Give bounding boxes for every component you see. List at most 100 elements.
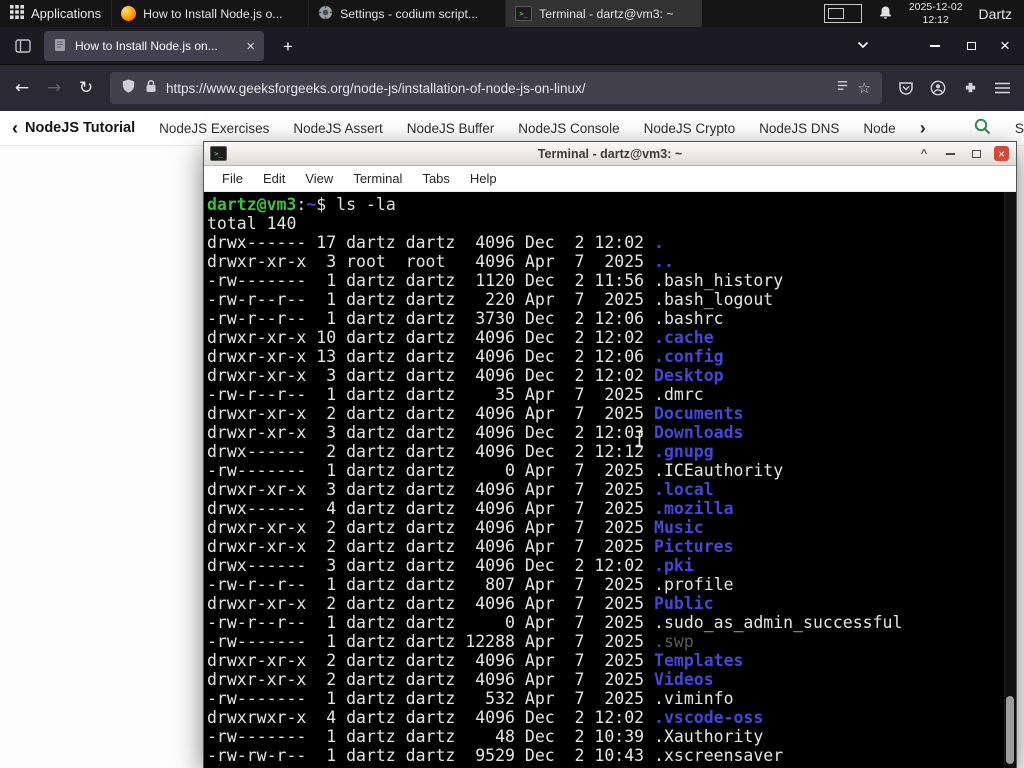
menu-view[interactable]: View — [295, 171, 343, 186]
terminal-output-line: drwxr-xr-x 2 dartz dartz 4096 Apr 7 2025… — [207, 537, 1002, 556]
terminal-output-line: -rw------- 1 dartz dartz 12288 Apr 7 202… — [207, 632, 1002, 651]
taskbar-item-browser[interactable]: How to Install Node.js o... — [111, 0, 308, 27]
window-maximize-button[interactable] — [958, 33, 984, 59]
menu-tabs[interactable]: Tabs — [412, 171, 459, 186]
minimize-icon — [930, 45, 940, 47]
panel-clock[interactable]: 2025-12-02 12:12 — [909, 1, 963, 26]
terminal-output-line: drwx------ 2 dartz dartz 4096 Dec 2 12:1… — [207, 442, 1002, 461]
terminal-prompt-line: dartz@vm3:~$ ls -la — [207, 195, 1002, 214]
taskbar-item-settings[interactable]: Settings - codium script... — [308, 0, 505, 27]
terminal-scrollbar[interactable] — [1004, 192, 1016, 768]
clock-time: 12:12 — [922, 13, 949, 26]
terminal-output-line: -rw------- 1 dartz dartz 48 Dec 2 10:39 … — [207, 727, 1002, 746]
browser-tab[interactable]: How to Install Node.js on... × — [44, 31, 264, 61]
file-name: .viminfo — [654, 689, 734, 708]
file-name: Documents — [654, 404, 744, 423]
applications-label: Applications — [31, 6, 102, 21]
panel-right-area: 2025-12-02 12:12 Dartz — [823, 1, 1024, 26]
file-name: Videos — [654, 670, 714, 689]
file-name: .pki — [654, 556, 694, 575]
prompt-user-host: dartz@vm3 — [207, 195, 297, 214]
file-name: .ICEauthority — [654, 461, 784, 480]
file-name: .bash_logout — [654, 290, 774, 309]
terminal-output[interactable]: dartz@vm3:~$ ls -la total 140 drwx------… — [204, 192, 1016, 768]
menu-hamburger-icon[interactable] — [986, 73, 1018, 103]
menu-help[interactable]: Help — [460, 171, 507, 186]
taskbar-item-terminal[interactable]: >_ Terminal - dartz@vm3: ~ — [505, 0, 703, 27]
minimize-icon — [945, 152, 955, 155]
close-button[interactable]: × — [994, 146, 1009, 161]
file-attributes: drwxr-xr-x 2 dartz dartz 4096 Apr 7 2025 — [207, 404, 655, 423]
file-name: .swp — [654, 632, 694, 651]
prompt-separator: : — [296, 195, 307, 214]
firefox-nav-toolbar: ← → ↻ https://www.geeksforgeeks.org/node… — [0, 65, 1024, 111]
terminal-output-line: -rw-rw-r-- 1 dartz dartz 9529 Dec 2 10:4… — [207, 746, 1002, 765]
file-attributes: drwxr-xr-x 2 dartz dartz 4096 Apr 7 2025 — [207, 537, 655, 556]
menu-file[interactable]: File — [212, 171, 253, 186]
terminal-window-icon: >_ — [210, 146, 227, 161]
url-text[interactable]: https://www.geeksforgeeks.org/node-js/in… — [166, 81, 827, 96]
terminal-output-line: drwxr-xr-x 3 dartz dartz 4096 Dec 2 12:0… — [207, 366, 1002, 385]
forward-icon[interactable]: → — [38, 73, 70, 103]
reader-mode-icon[interactable] — [836, 79, 849, 97]
chevron-right-icon[interactable]: › — [920, 119, 926, 137]
firefox-view-icon[interactable] — [12, 37, 34, 55]
notification-bell-icon[interactable] — [878, 5, 893, 23]
extensions-icon[interactable] — [954, 73, 986, 103]
panel-user-menu[interactable]: Dartz — [979, 6, 1012, 22]
site-nav-link[interactable]: NodeJS Buffer — [407, 121, 495, 136]
maximize-button[interactable] — [968, 146, 984, 162]
minimize-button[interactable] — [942, 146, 958, 162]
new-tab-button[interactable]: + — [276, 35, 300, 59]
file-name: .config — [654, 347, 724, 366]
terminal-output-line: -rw-r--r-- 1 dartz dartz 3730 Dec 2 12:0… — [207, 309, 1002, 328]
file-attributes: -rw-r--r-- 1 dartz dartz 35 Apr 7 2025 — [207, 385, 655, 404]
site-nav-link[interactable]: NodeJS Crypto — [644, 121, 736, 136]
bookmark-star-icon[interactable]: ☆ — [858, 80, 871, 96]
terminal-output-line: drwx------ 3 dartz dartz 4096 Dec 2 12:0… — [207, 556, 1002, 575]
site-search-icon[interactable] — [974, 118, 991, 138]
menu-edit[interactable]: Edit — [253, 171, 295, 186]
file-name: Music — [654, 518, 704, 537]
terminal-listing: drwx------ 17 dartz dartz 4096 Dec 2 12:… — [207, 233, 1002, 765]
file-name: .dmrc — [654, 385, 704, 404]
shade-button[interactable]: ^ — [916, 146, 932, 162]
menu-terminal[interactable]: Terminal — [343, 171, 412, 186]
tracking-shield-icon[interactable] — [121, 78, 136, 99]
applications-grid-icon — [10, 5, 24, 22]
back-icon[interactable]: ← — [6, 73, 38, 103]
list-all-tabs-icon[interactable] — [850, 41, 876, 49]
window-minimize-button[interactable] — [922, 33, 948, 59]
lock-icon[interactable] — [145, 79, 157, 98]
terminal-output-line: drwxr-xr-x 2 dartz dartz 4096 Apr 7 2025… — [207, 670, 1002, 689]
file-name: Downloads — [654, 423, 744, 442]
site-nav-link[interactable]: NodeJS Console — [518, 121, 619, 136]
file-attributes: -rw------- 1 dartz dartz 48 Dec 2 10:39 — [207, 727, 655, 746]
site-nav-link[interactable]: NodeJS Assert — [293, 121, 382, 136]
file-attributes: drwxr-xr-x 2 dartz dartz 4096 Apr 7 2025 — [207, 518, 655, 537]
url-bar[interactable]: https://www.geeksforgeeks.org/node-js/in… — [110, 72, 882, 104]
tab-close-icon[interactable]: × — [246, 39, 255, 54]
site-nav-link[interactable]: Node — [863, 121, 895, 136]
file-attributes: -rw------- 1 dartz dartz 532 Apr 7 2025 — [207, 689, 655, 708]
site-nav-active-item[interactable]: ‹ NodeJS Tutorial — [12, 119, 135, 137]
file-name: Templates — [654, 651, 744, 670]
prompt-sign: $ — [316, 195, 327, 214]
scrollbar-thumb[interactable] — [1006, 696, 1014, 764]
site-nav-link[interactable]: NodeJS DNS — [759, 121, 839, 136]
settings-icon — [318, 5, 333, 23]
pocket-icon[interactable] — [890, 73, 922, 103]
file-attributes: -rw-r--r-- 1 dartz dartz 0 Apr 7 2025 — [207, 613, 655, 632]
top-panel: Applications How to Install Node.js o...… — [0, 0, 1024, 27]
chevron-left-icon[interactable]: ‹ — [12, 119, 18, 137]
site-nav-link[interactable]: NodeJS Exercises — [159, 121, 269, 136]
terminal-title-bar[interactable]: >_ Terminal - dartz@vm3: ~ ^ × — [204, 142, 1016, 166]
workspace-switcher[interactable] — [823, 4, 862, 23]
applications-menu-button[interactable]: Applications — [0, 0, 111, 27]
taskbar-item-label: Terminal - dartz@vm3: ~ — [539, 6, 674, 21]
sign-in-button[interactable]: Sign In — [1015, 120, 1024, 136]
reload-icon[interactable]: ↻ — [70, 73, 102, 103]
window-close-button[interactable]: × — [992, 33, 1018, 59]
account-icon[interactable] — [922, 73, 954, 103]
file-attributes: drwxrwxr-x 4 dartz dartz 4096 Dec 2 12:0… — [207, 708, 655, 727]
